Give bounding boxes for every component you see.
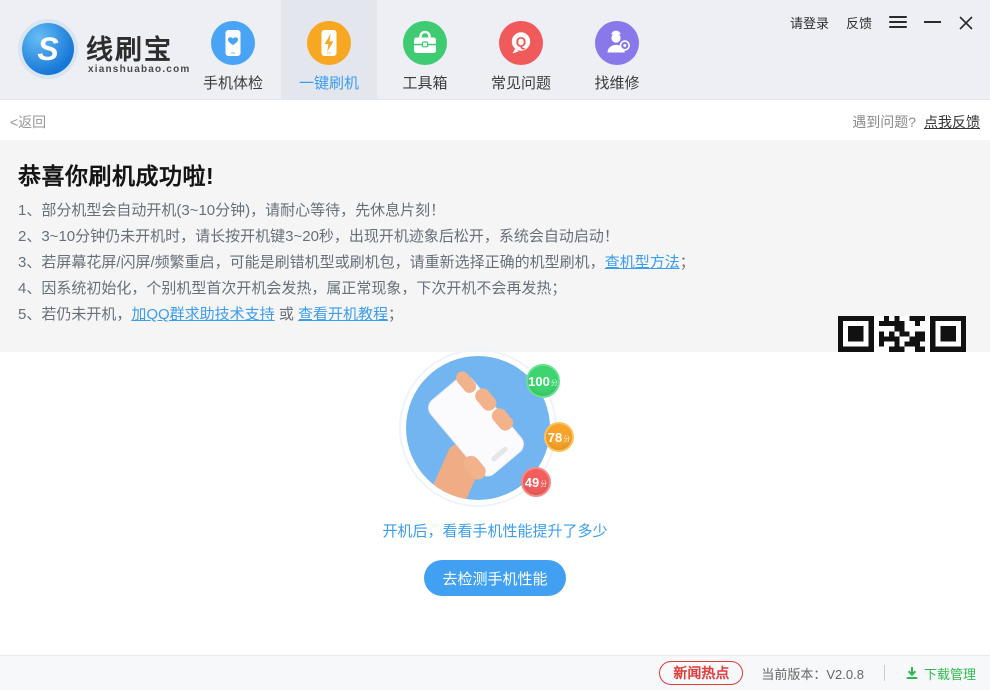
problem-prompt-text: 遇到问题? <box>852 114 916 130</box>
score-badge-100: 100 分 <box>526 364 560 398</box>
news-hotspot-button[interactable]: 新闻热点 <box>659 661 743 685</box>
inline-link[interactable]: 加QQ群求助技术支持 <box>131 306 274 323</box>
phone-flash-icon <box>307 21 351 65</box>
nav-label: 工具箱 <box>377 72 473 93</box>
instruction-text: 1、部分机型会自动开机(3~10分钟)，请耐心等待，先休息片刻！ <box>18 202 445 219</box>
window-controls: 请登录 反馈 <box>790 12 974 32</box>
feedback-here-link[interactable]: 点我反馈 <box>924 114 980 130</box>
score-unit: 分 <box>551 378 558 388</box>
svg-text:Q: Q <box>516 34 527 49</box>
nav-label: 手机体检 <box>185 72 281 93</box>
instruction-text: 或 <box>275 306 298 323</box>
close-icon[interactable] <box>958 12 974 32</box>
phone-health-icon <box>211 21 255 65</box>
version-label: 当前版本：V2.0.8 <box>761 664 864 683</box>
app-logo[interactable]: S 线刷宝 xianshuabao.com <box>20 22 190 80</box>
app-window: S 线刷宝 xianshuabao.com 手机体检 <box>0 0 990 690</box>
breadcrumb-row: <返回 遇到问题? 点我反馈 <box>0 101 990 140</box>
inline-link[interactable]: 查机型方法 <box>605 254 680 271</box>
instruction-text: 5、若仍未开机， <box>18 306 131 323</box>
nav-item-toolbox[interactable]: 工具箱 <box>377 0 473 100</box>
instruction-line: 3、若屏幕花屏/闪屏/频繁重启，可能是刷错机型或刷机包，请重新选择正确的机型刷机… <box>18 250 818 276</box>
instruction-line: 1、部分机型会自动开机(3~10分钟)，请耐心等待，先休息片刻！ <box>18 198 818 224</box>
success-notice-section: 恭喜你刷机成功啦! 1、部分机型会自动开机(3~10分钟)，请耐心等待，先休息片… <box>0 140 990 352</box>
header: S 线刷宝 xianshuabao.com 手机体检 <box>0 0 990 100</box>
nav-item-one-key-flash[interactable]: 一键刷机 <box>281 0 377 100</box>
question-icon: Q <box>499 21 543 65</box>
nav-label: 找维修 <box>569 72 665 93</box>
score-unit: 分 <box>563 434 570 444</box>
success-title: 恭喜你刷机成功啦! <box>18 157 214 191</box>
instruction-line: 4、因系统初始化，个别机型首次开机会发热，属正常现象，下次开机不会再发热； <box>18 276 818 302</box>
download-icon <box>905 666 919 680</box>
footer-divider <box>884 665 885 681</box>
nav-label: 常见问题 <box>473 72 569 93</box>
instruction-line: 5、若仍未开机，加QQ群求助技术支持 或 查看开机教程； <box>18 302 818 328</box>
footer: 新闻热点 当前版本：V2.0.8 下载管理 <box>0 655 990 690</box>
check-performance-button[interactable]: 去检测手机性能 <box>424 560 566 596</box>
performance-caption: 开机后，看看手机性能提升了多少 <box>0 520 990 541</box>
repair-icon <box>595 21 639 65</box>
menu-icon[interactable] <box>889 15 907 29</box>
inline-link[interactable]: 查看开机教程 <box>298 306 388 323</box>
instruction-text: ； <box>388 306 403 323</box>
instruction-list: 1、部分机型会自动开机(3~10分钟)，请耐心等待，先休息片刻！ 2、3~10分钟… <box>18 198 818 328</box>
brand-domain: xianshuabao.com <box>88 64 190 75</box>
download-manager-link[interactable]: 下载管理 <box>905 664 976 683</box>
problem-prompt: 遇到问题? 点我反馈 <box>852 112 980 132</box>
score-unit: 分 <box>540 479 547 489</box>
score-value: 49 <box>525 475 539 490</box>
instruction-text: 3、若屏幕花屏/闪屏/频繁重启，可能是刷错机型或刷机包，请重新选择正确的机型刷机… <box>18 254 605 271</box>
instruction-text: 2、3~10分钟仍未开机时，请长按开机键3~20秒，出现开机迹象后松开，系统会自… <box>18 228 619 245</box>
login-link[interactable]: 请登录 <box>790 13 829 32</box>
score-value: 100 <box>528 374 550 389</box>
instruction-text: ； <box>680 254 695 271</box>
nav-item-repair[interactable]: 找维修 <box>569 0 665 100</box>
feedback-link[interactable]: 反馈 <box>846 13 872 32</box>
score-value: 78 <box>548 430 562 445</box>
minimize-icon[interactable] <box>924 12 941 32</box>
instruction-text: 4、因系统初始化，个别机型首次开机会发热，属正常现象，下次开机不会再发热； <box>18 280 566 297</box>
download-label: 下载管理 <box>924 664 976 683</box>
nav-label: 一键刷机 <box>281 72 377 93</box>
back-link[interactable]: <返回 <box>10 112 46 132</box>
toolbox-icon <box>403 21 447 65</box>
instruction-line: 2、3~10分钟仍未开机时，请长按开机键3~20秒，出现开机迹象后松开，系统会自… <box>18 224 818 250</box>
logo-icon: S <box>22 23 74 75</box>
brand-name: 线刷宝 <box>86 28 173 67</box>
nav-item-faq[interactable]: Q 常见问题 <box>473 0 569 100</box>
main-nav: 手机体检 一键刷机 <box>185 0 665 100</box>
nav-item-phone-checkup[interactable]: 手机体检 <box>185 0 281 100</box>
score-badge-49: 49 分 <box>521 467 551 497</box>
performance-section: 100 分 78 分 49 分 开机后，看看手机性能提升了多少 去检测手机性能 <box>0 352 990 655</box>
score-badge-78: 78 分 <box>544 422 574 452</box>
